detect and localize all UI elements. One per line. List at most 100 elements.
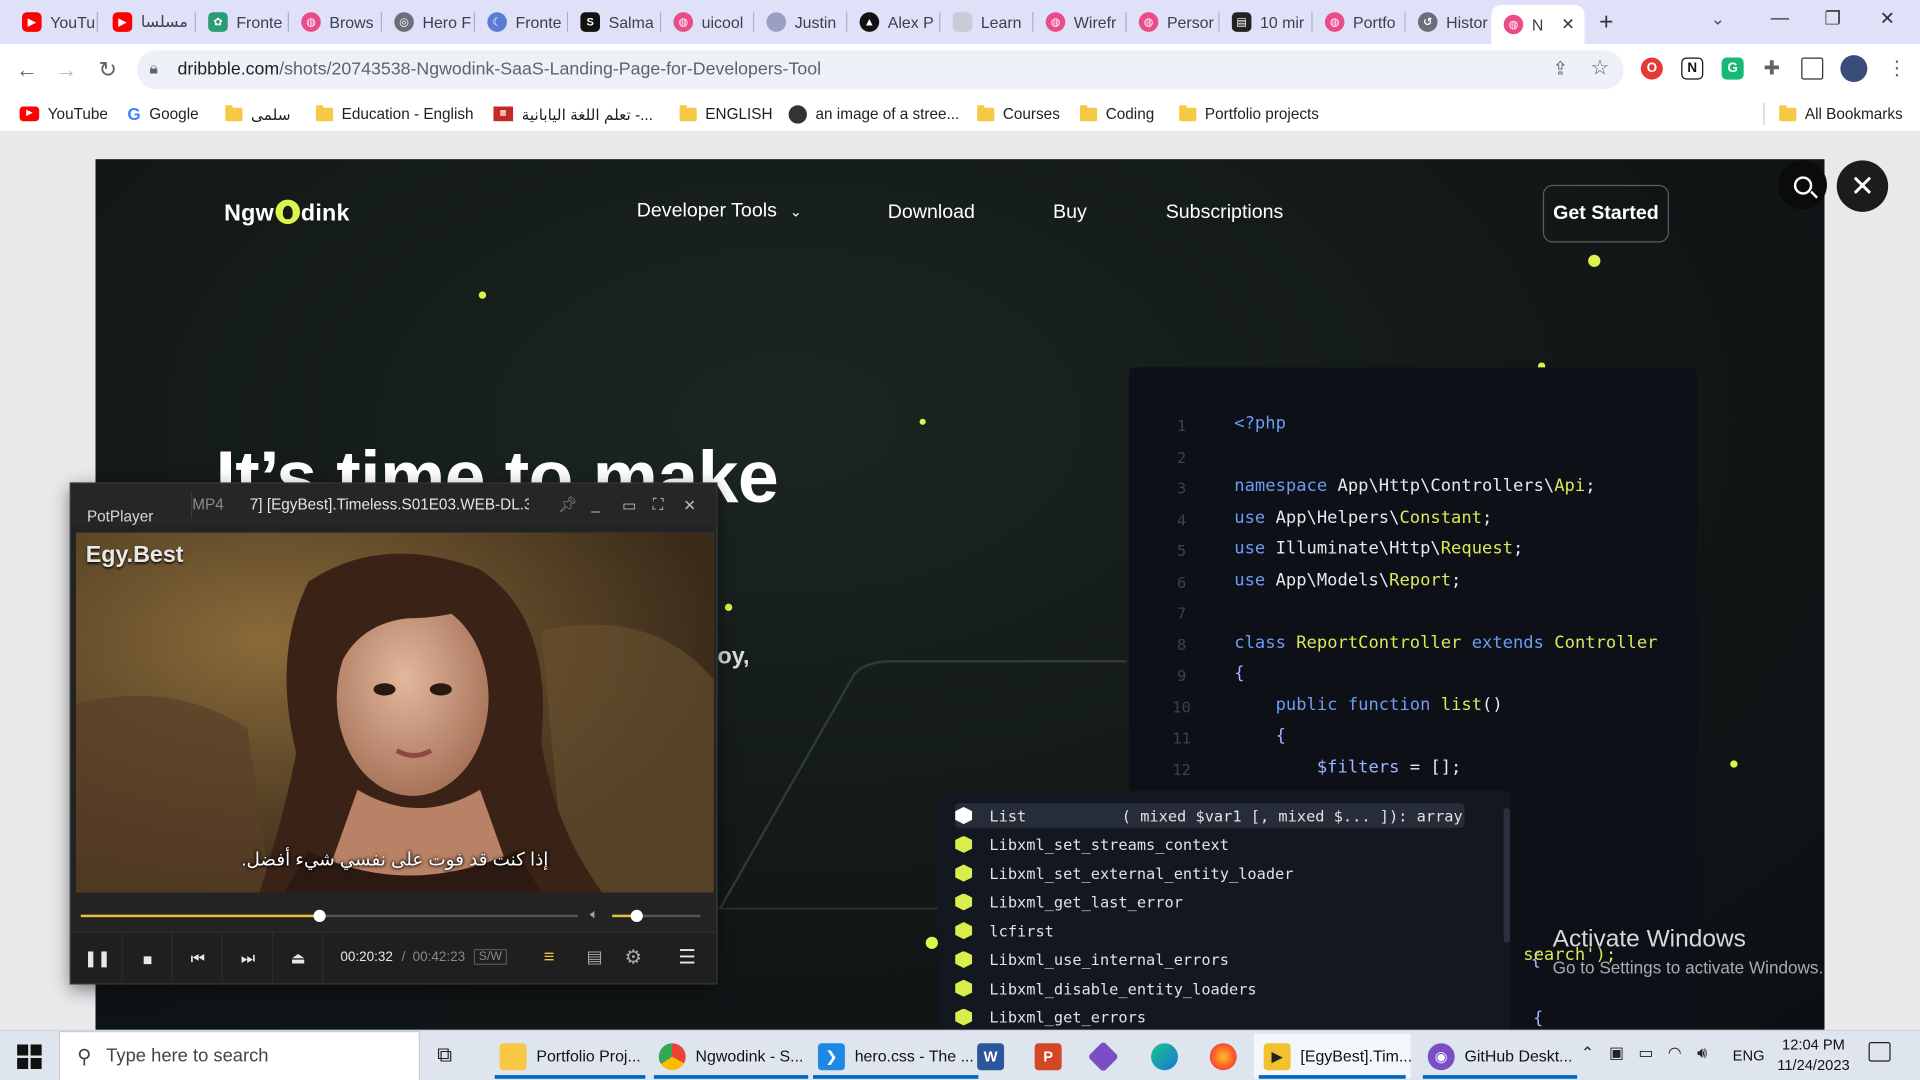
language-indicator[interactable]: ENG [1733, 1047, 1765, 1064]
stop-button[interactable]: ■ [124, 933, 173, 985]
tab-wireframe[interactable]: ◍ Wirefr [1033, 6, 1127, 38]
tab-10-minutes[interactable]: ▤ 10 mir [1220, 6, 1313, 38]
previous-button[interactable]: ⏮︎ [174, 933, 223, 985]
taskbar-app-github[interactable]: ◉ GitHub Deskt... [1418, 1033, 1582, 1079]
fullscreen-icon[interactable]: ⛶ [653, 496, 664, 514]
autocomplete-item[interactable]: Libxml_disable_entity_loaders [955, 976, 1257, 1000]
restore-button[interactable]: ❐ [1824, 7, 1840, 30]
reload-button[interactable]: ↻ [93, 55, 122, 84]
taskbar-app-chrome[interactable]: Ngwodink - S... [649, 1033, 813, 1079]
sw-badge[interactable]: S/W [473, 948, 507, 965]
all-bookmarks[interactable]: All Bookmarks [1779, 103, 1903, 125]
bookmark-education[interactable]: Education - English [315, 103, 474, 125]
notifications-icon[interactable] [1868, 1042, 1891, 1062]
autocomplete-item[interactable]: lcfirst [955, 918, 1054, 942]
address-bar[interactable]: 🔒︎ dribbble.com/shots/20743538-Ngwodink-… [137, 50, 1624, 90]
notion-icon[interactable]: N [1681, 57, 1704, 80]
extensions-icon[interactable]: ✚ [1761, 58, 1783, 80]
video-frame[interactable]: Egy.Best إذا كنت قد فوت على نفسي شيء أفض… [75, 532, 714, 893]
close-shot-button[interactable]: ✕ [1836, 160, 1889, 212]
tab-search-chevron-icon[interactable]: ⌄ [1711, 9, 1725, 30]
bookmark-star-icon[interactable]: ☆ [1591, 56, 1610, 80]
tab-youtube[interactable]: ▶ YouTu [10, 6, 98, 38]
potplayer-titlebar[interactable]: PotPlayer ⌄ MP4 7] [EgyBest].Timeless.S0… [71, 483, 717, 526]
mini-mode-icon[interactable]: ▭ [622, 496, 636, 514]
taskbar-app-git[interactable] [1082, 1033, 1124, 1078]
autocomplete-item[interactable]: Libxml_set_external_entity_loader [955, 861, 1294, 885]
tab-hero[interactable]: ◎ Hero F [382, 6, 476, 38]
zoom-button[interactable] [1777, 160, 1827, 210]
autocomplete-item[interactable]: Libxml_get_last_error [955, 890, 1183, 914]
get-started-button[interactable]: Get Started [1542, 184, 1669, 243]
tab-ngwodink-active[interactable]: ◍ N ✕ [1491, 4, 1585, 45]
task-view-icon[interactable]: ⧉ [437, 1043, 452, 1067]
close-icon[interactable]: ✕ [683, 496, 696, 514]
tab-alex[interactable]: ▲ Alex P [847, 6, 941, 38]
seek-handle[interactable] [313, 909, 326, 923]
bookmark-youtube[interactable]: ▶ YouTube [19, 103, 108, 125]
tab-youtube-series[interactable]: ▶ مسلسا [100, 6, 196, 38]
settings-gear-icon[interactable]: ⚙ [624, 945, 642, 969]
autocomplete-scrollbar[interactable] [1503, 808, 1510, 943]
taskbar-search[interactable]: ⚲ Type here to search [58, 1031, 421, 1080]
share-icon[interactable]: ⇪ [1553, 58, 1568, 80]
autocomplete-item[interactable]: Libxml_set_streams_context [955, 832, 1229, 856]
bookmark-english[interactable]: ENGLISH [679, 103, 773, 125]
tab-salma[interactable]: S Salma [568, 6, 662, 38]
clock[interactable]: 12:04 PM 11/24/2023 [1771, 1035, 1857, 1077]
close-tab-icon[interactable]: ✕ [1561, 15, 1574, 35]
bookmark-japanese[interactable]: ▦ تعلم اللغة اليابانية -... [493, 103, 653, 125]
playlist-search-icon[interactable]: ≡ [544, 947, 555, 968]
chapter-icon[interactable]: ▤ [587, 947, 603, 968]
bookmark-coding[interactable]: Coding [1080, 103, 1154, 125]
autocomplete-item[interactable]: List ( mixed $var1 [, mixed $... ]): arra… [955, 803, 1465, 828]
taskbar-app-word[interactable]: W [967, 1033, 1014, 1078]
battery-icon[interactable]: ▭ [1638, 1043, 1653, 1063]
autocomplete-item[interactable]: Libxml_use_internal_errors [955, 947, 1229, 971]
new-tab-button[interactable]: + [1599, 9, 1613, 37]
nav-buy[interactable]: Buy [1053, 202, 1087, 224]
speaker-icon[interactable]: 🔊︎ [1697, 1043, 1707, 1063]
url-text[interactable]: dribbble.com/shots/20743538-Ngwodink-Saa… [178, 60, 822, 80]
volume-handle[interactable] [630, 909, 644, 923]
taskbar-app-explorer[interactable]: Portfolio Proj... [490, 1033, 651, 1079]
pause-button[interactable]: ❚❚ [73, 933, 123, 985]
avatar[interactable] [1840, 55, 1868, 83]
wifi-icon[interactable]: ◠ [1668, 1043, 1682, 1063]
tab-personal[interactable]: ◍ Persor [1127, 6, 1220, 38]
pin-icon[interactable]: 📌︎ [558, 496, 577, 514]
close-window-button[interactable]: ✕ [1880, 7, 1895, 30]
eject-button[interactable]: ⏏︎ [274, 933, 324, 985]
tab-dribbble-browse[interactable]: ◍ Brows [289, 6, 383, 38]
tab-portfolio[interactable]: ◍ Portfo [1313, 6, 1406, 38]
taskbar-app-edge[interactable] [1141, 1033, 1188, 1078]
tab-history[interactable]: ↺ Histor [1406, 6, 1492, 38]
volume-icon[interactable]: 🔈︎ [590, 907, 598, 923]
minimize-button[interactable]: — [1771, 7, 1789, 28]
tab-frontend[interactable]: ☾ Fronte [475, 6, 569, 38]
tab-justin[interactable]: Justin [754, 6, 848, 38]
taskbar-app-powerpoint[interactable]: P [1025, 1033, 1072, 1078]
bookmark-image-street[interactable]: an image of a stree... [788, 103, 959, 125]
taskbar-app-potplayer[interactable]: ▶ [EgyBest].Tim... [1253, 1033, 1412, 1079]
taskbar-app-firefox[interactable] [1200, 1033, 1247, 1078]
bookmark-courses[interactable]: Courses [977, 103, 1060, 125]
tab-uicool[interactable]: ◍ uicool [661, 6, 755, 38]
menu-icon[interactable]: ☰ [678, 945, 696, 969]
back-button[interactable]: ← [12, 55, 41, 84]
bookmark-google[interactable]: G Google [127, 103, 198, 125]
minimize-icon[interactable]: _ [591, 496, 600, 513]
tab-chatgpt[interactable]: ✿ Fronte [196, 6, 289, 38]
autocomplete-item[interactable]: Libxml_get_errors [955, 1005, 1146, 1029]
windows-start-icon[interactable] [17, 1044, 42, 1069]
next-button[interactable]: ⏭︎ [224, 933, 274, 985]
tab-learn[interactable]: Learn [940, 6, 1034, 38]
nav-download[interactable]: Download [888, 202, 975, 224]
sidepanel-icon[interactable] [1801, 57, 1824, 80]
bookmark-salma[interactable]: سلمى [225, 103, 291, 125]
nav-developer-tools[interactable]: Developer Tools ⌄ [637, 201, 802, 223]
forward-button[interactable]: → [51, 55, 80, 84]
ngwodink-logo[interactable]: Ngw dink [224, 199, 350, 228]
grammarly-icon[interactable]: G [1721, 57, 1744, 80]
opera-icon[interactable]: O [1640, 57, 1663, 80]
